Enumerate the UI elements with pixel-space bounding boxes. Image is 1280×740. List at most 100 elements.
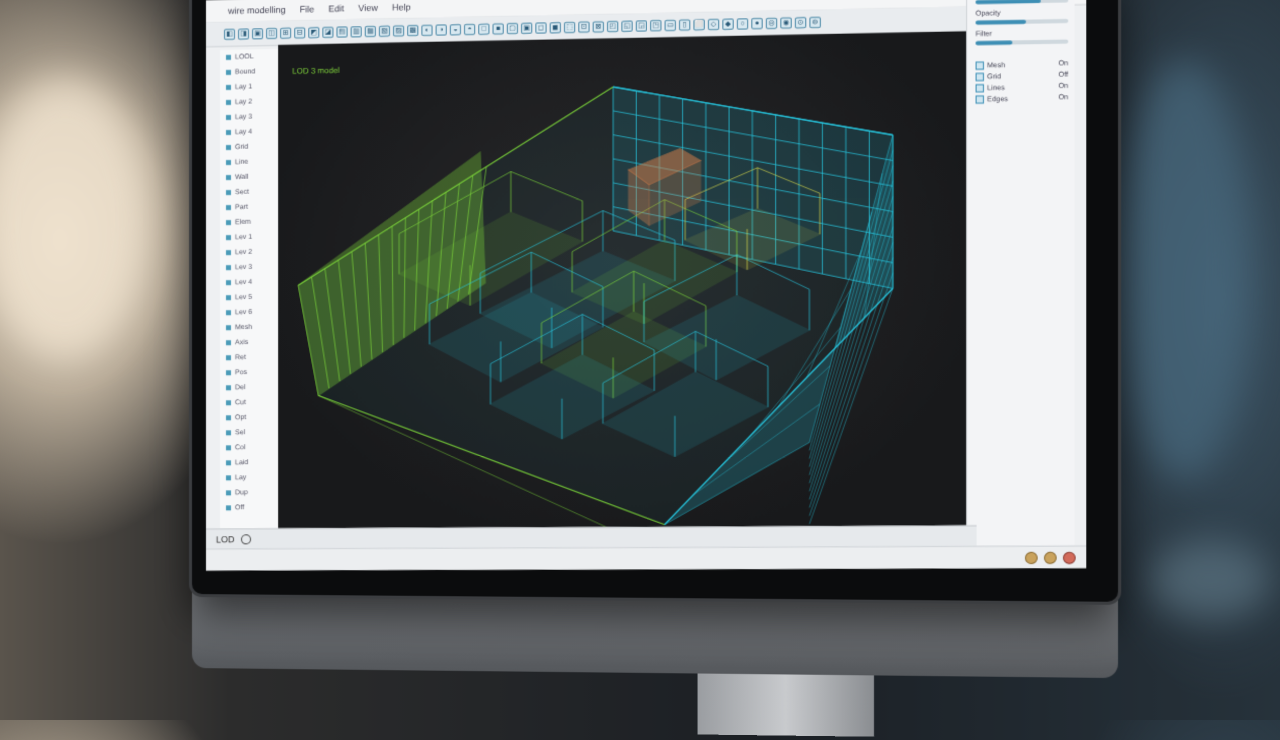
- layer-item[interactable]: Grid: [220, 139, 278, 155]
- layer-item[interactable]: Cut: [220, 395, 278, 411]
- toolbar-button[interactable]: ◆: [722, 18, 734, 30]
- menu-file[interactable]: File: [300, 4, 315, 14]
- toolbar-button[interactable]: ▣: [521, 22, 533, 34]
- layer-item[interactable]: Bound: [220, 64, 278, 80]
- layer-item[interactable]: Lay 2: [220, 94, 278, 110]
- layer-item[interactable]: Lev 6: [220, 305, 278, 321]
- menu-edit[interactable]: Edit: [328, 3, 344, 13]
- toolbar-button[interactable]: ◑: [435, 23, 447, 36]
- layer-item[interactable]: Sel: [220, 425, 278, 440]
- toolbar-button[interactable]: ○: [736, 17, 749, 30]
- layer-label: Lev 1: [235, 233, 253, 242]
- layer-item[interactable]: Sect: [220, 184, 278, 200]
- toolbar-button[interactable]: ▭: [664, 19, 676, 31]
- checkbox[interactable]: [975, 61, 984, 70]
- slider[interactable]: [975, 39, 1069, 46]
- menu-view[interactable]: View: [358, 3, 378, 13]
- 3d-viewport[interactable]: LOD 3 model: [278, 31, 967, 531]
- property-row[interactable]: Lines On: [975, 83, 1068, 93]
- toolbar-button[interactable]: ◇: [707, 18, 720, 30]
- layer-item[interactable]: Lev 4: [220, 275, 278, 291]
- layer-item[interactable]: Wall: [220, 169, 278, 185]
- layer-label: Off: [235, 504, 245, 512]
- toolbar-button[interactable]: ◧: [223, 28, 236, 40]
- toolbar-button[interactable]: ◎: [765, 17, 778, 29]
- toolbar-button[interactable]: ⊙: [794, 16, 807, 28]
- toolbar-button[interactable]: ◲: [635, 19, 648, 32]
- layer-item[interactable]: Dup: [220, 485, 278, 500]
- layer-item[interactable]: Line: [220, 154, 278, 170]
- layer-item[interactable]: Part: [220, 199, 278, 215]
- layer-item[interactable]: Lev 2: [220, 244, 278, 260]
- toolbar-button[interactable]: ▢: [506, 22, 519, 34]
- checkbox[interactable]: [975, 72, 984, 82]
- toolbar-button[interactable]: ▤: [336, 25, 348, 38]
- toolbar-button[interactable]: ◪: [322, 26, 334, 38]
- toolbar-button[interactable]: ◼: [549, 21, 561, 33]
- property-row[interactable]: Grid Off: [975, 71, 1068, 82]
- toolbar-button[interactable]: ◫: [266, 27, 278, 39]
- toolbar-button[interactable]: ◓: [464, 23, 476, 35]
- toolbar-button[interactable]: ▩: [407, 24, 419, 36]
- toolbar-button[interactable]: ⊡: [578, 20, 590, 33]
- toolbar-button[interactable]: ◐: [421, 24, 433, 36]
- toolbar-button[interactable]: ◻: [535, 21, 547, 34]
- toolbar-button[interactable]: ⊠: [592, 20, 604, 33]
- layer-item[interactable]: Laid: [220, 455, 278, 470]
- layer-item[interactable]: Opt: [220, 410, 278, 425]
- toolbar-button[interactable]: ◨: [238, 27, 250, 40]
- property-row[interactable]: Mesh On: [975, 60, 1068, 70]
- info-icon[interactable]: [1043, 551, 1057, 564]
- toolbar-button[interactable]: ⊟: [294, 26, 306, 39]
- layer-item[interactable]: Lev 5: [220, 290, 278, 306]
- settings-icon[interactable]: [1025, 551, 1038, 564]
- toolbar-button[interactable]: ◩: [308, 26, 320, 38]
- toolbar-button[interactable]: ●: [751, 17, 763, 29]
- toolbar-button[interactable]: □: [478, 23, 490, 35]
- menu-help[interactable]: Help: [392, 2, 411, 12]
- toolbar-button[interactable]: ⊚: [809, 16, 821, 28]
- slider[interactable]: [975, 18, 1069, 25]
- layer-item[interactable]: Del: [220, 380, 278, 396]
- layer-item[interactable]: LOOL: [220, 49, 278, 65]
- toolbar-button[interactable]: ◳: [650, 19, 662, 31]
- layer-item[interactable]: Lay 4: [220, 124, 278, 140]
- layer-item[interactable]: Col: [220, 440, 278, 455]
- layer-item[interactable]: Pos: [220, 365, 278, 381]
- toolbar-button[interactable]: ▦: [364, 25, 376, 37]
- layer-label: Lay: [235, 474, 247, 482]
- layer-item[interactable]: Mesh: [220, 320, 278, 336]
- checkbox[interactable]: [975, 84, 984, 93]
- wireframe-model[interactable]: [278, 31, 966, 530]
- layer-item[interactable]: Off: [220, 500, 278, 515]
- layer-item[interactable]: Axis: [220, 335, 278, 351]
- toolbar-button[interactable]: ◒: [449, 23, 461, 35]
- toolbar-button[interactable]: ■: [492, 22, 504, 35]
- layer-icon: [225, 84, 231, 90]
- toolbar-button[interactable]: ◉: [780, 16, 792, 29]
- layer-label: Lev 5: [235, 293, 253, 302]
- slider[interactable]: [975, 0, 1069, 5]
- property-row[interactable]: Edges On: [975, 94, 1068, 104]
- layer-item[interactable]: Ret: [220, 350, 278, 366]
- toolbar-button[interactable]: ⬚: [563, 21, 576, 33]
- toolbar-button[interactable]: ◱: [621, 20, 633, 32]
- toolbar-button[interactable]: ▯: [678, 18, 691, 31]
- layer-item[interactable]: Lay: [220, 470, 278, 485]
- layer-item[interactable]: Elem: [220, 214, 278, 230]
- toolbar-button[interactable]: ⊞: [280, 27, 292, 39]
- layer-item[interactable]: Lay 3: [220, 109, 278, 125]
- close-icon[interactable]: [1062, 551, 1076, 564]
- toolbar-button[interactable]: ▨: [393, 24, 405, 37]
- checkbox[interactable]: [975, 95, 984, 104]
- layer-label: Del: [235, 384, 246, 392]
- toolbar-button[interactable]: ▣: [252, 27, 264, 39]
- layer-label: Sect: [235, 188, 250, 196]
- layer-item[interactable]: Lay 1: [220, 79, 278, 95]
- layer-item[interactable]: Lev 1: [220, 229, 278, 245]
- toolbar-button[interactable]: ⬜: [693, 18, 705, 31]
- toolbar-button[interactable]: ◰: [607, 20, 619, 32]
- toolbar-button[interactable]: ▥: [350, 25, 362, 37]
- layer-item[interactable]: Lev 3: [220, 260, 278, 276]
- toolbar-button[interactable]: ▧: [378, 25, 391, 37]
